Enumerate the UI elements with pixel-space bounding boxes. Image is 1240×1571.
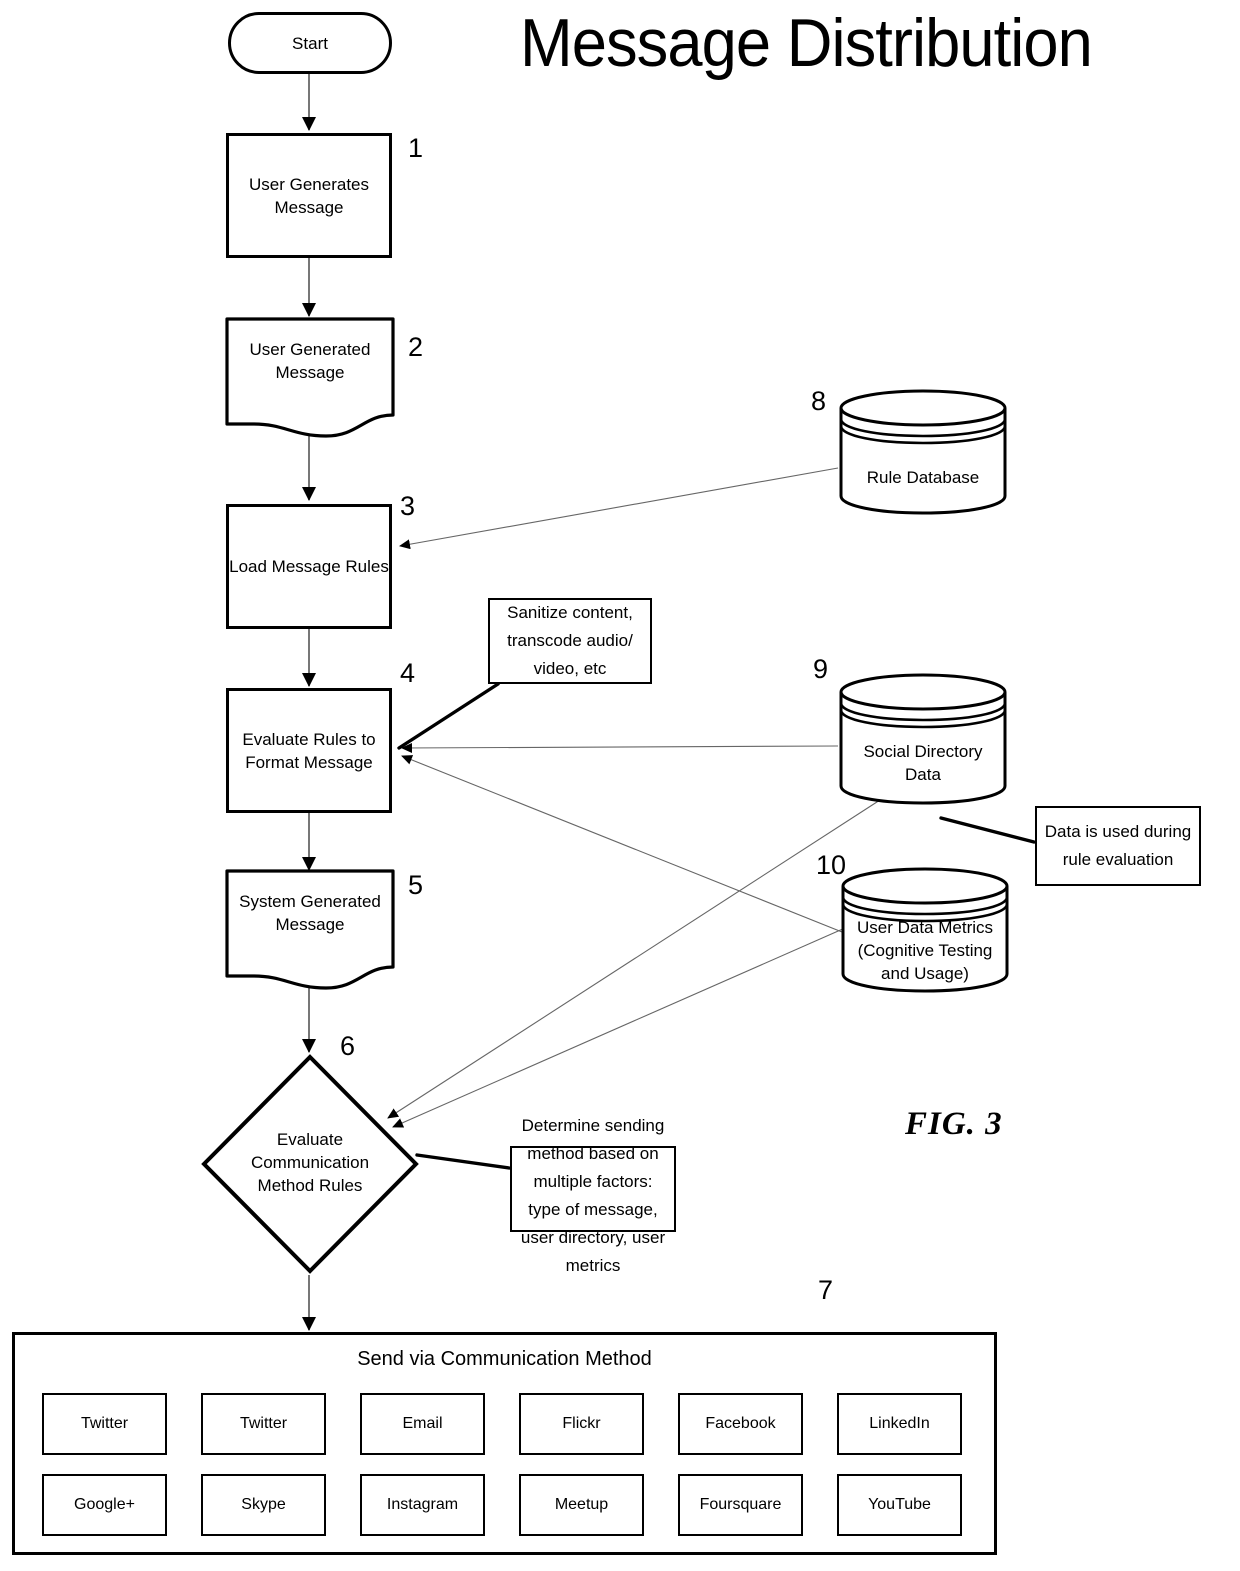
node-load-message-rules: Load Message Rules xyxy=(226,504,392,629)
leader-method-note xyxy=(415,1153,511,1170)
method-label: Meetup xyxy=(554,1496,609,1513)
edge-10-to-4 xyxy=(401,755,843,933)
start-terminator: Start xyxy=(228,12,392,74)
method-box-twitter-2[interactable]: Twitter xyxy=(201,1393,326,1455)
method-box-foursquare[interactable]: Foursquare xyxy=(678,1474,803,1536)
node-social-directory-data: Social Directory Data xyxy=(838,672,1008,808)
ref-numeral-2: 2 xyxy=(408,332,424,362)
edge-9-to-6 xyxy=(387,799,881,1119)
method-label: Twitter xyxy=(239,1415,288,1432)
method-box-skype[interactable]: Skype xyxy=(201,1474,326,1536)
annotation-data-note-text: Data is used during rule evaluation xyxy=(1044,822,1192,869)
edge-8-to-3 xyxy=(399,467,839,550)
method-label: LinkedIn xyxy=(869,1415,930,1432)
ref-numeral-5: 5 xyxy=(408,870,424,900)
node-6-label: Evaluate Communication Method Rules xyxy=(250,1130,370,1195)
ref-numeral-8: 8 xyxy=(811,386,827,416)
node-user-data-metrics: User Data Metrics (Cognitive Testing and… xyxy=(840,866,1010,994)
method-label: Foursquare xyxy=(699,1496,782,1513)
page-title: Message Distribution xyxy=(520,5,1093,81)
figure-canvas: Message Distribution FIG. 3 Start User G… xyxy=(0,0,1240,1571)
node-rule-database: Rule Database xyxy=(838,388,1008,516)
method-box-googleplus[interactable]: Google+ xyxy=(42,1474,167,1536)
node-8-label: Rule Database xyxy=(866,468,980,487)
method-label: YouTube xyxy=(868,1496,931,1513)
edge-10-to-6 xyxy=(392,927,846,1128)
leader-format-note xyxy=(397,682,500,750)
node-1-label: User Generates Message xyxy=(249,174,369,217)
panel-title: Send via Communication Method xyxy=(357,1348,652,1370)
node-2-label: User Generated Message xyxy=(249,340,371,382)
node-user-generated-message: User Generated Message xyxy=(224,316,396,438)
node-10-label: User Data Metrics (Cognitive Testing and… xyxy=(856,918,994,983)
node-4-label: Evaluate Rules to Format Message xyxy=(242,729,376,772)
start-label: Start xyxy=(292,33,328,53)
figure-label: FIG. 3 xyxy=(905,1106,1003,1142)
node-evaluate-rules-format-message: Evaluate Rules to Format Message xyxy=(226,688,392,813)
method-label: Instagram xyxy=(386,1496,459,1513)
ref-numeral-4: 4 xyxy=(400,658,416,688)
method-box-linkedin[interactable]: LinkedIn xyxy=(837,1393,962,1455)
ref-numeral-10: 10 xyxy=(816,850,847,880)
annotation-format-note-text: Sanitize content, transcode audio/ video… xyxy=(507,603,633,678)
method-box-meetup[interactable]: Meetup xyxy=(519,1474,644,1536)
leader-data-note xyxy=(939,816,1036,844)
method-box-twitter-1[interactable]: Twitter xyxy=(42,1393,167,1455)
method-box-flickr[interactable]: Flickr xyxy=(519,1393,644,1455)
node-system-generated-message: System Generated Message xyxy=(224,868,396,990)
method-label: Facebook xyxy=(705,1415,776,1432)
edge-9-to-4 xyxy=(401,742,839,753)
method-box-facebook[interactable]: Facebook xyxy=(678,1393,803,1455)
node-user-generates-message: User Generates Message xyxy=(226,133,392,258)
annotation-method-note-text: Determine sending method based on multip… xyxy=(520,1116,666,1275)
ref-numeral-6: 6 xyxy=(340,1031,356,1061)
ref-numeral-1: 1 xyxy=(408,133,424,163)
method-label: Flickr xyxy=(562,1415,601,1432)
method-label: Twitter xyxy=(80,1415,129,1432)
method-label: Email xyxy=(402,1415,443,1432)
method-box-instagram[interactable]: Instagram xyxy=(360,1474,485,1536)
ref-numeral-9: 9 xyxy=(813,654,829,684)
method-box-email[interactable]: Email xyxy=(360,1393,485,1455)
ref-numeral-7: 7 xyxy=(818,1275,834,1305)
method-box-youtube[interactable]: YouTube xyxy=(837,1474,962,1536)
node-5-label: System Generated Message xyxy=(239,892,381,934)
ref-numeral-3: 3 xyxy=(400,491,416,521)
node-evaluate-communication-method-rules: Evaluate Communication Method Rules xyxy=(200,1053,420,1275)
node-9-label: Social Directory Data xyxy=(863,742,983,784)
method-label: Google+ xyxy=(74,1496,135,1513)
method-label: Skype xyxy=(241,1496,286,1513)
node-3-label: Load Message Rules xyxy=(229,557,389,576)
